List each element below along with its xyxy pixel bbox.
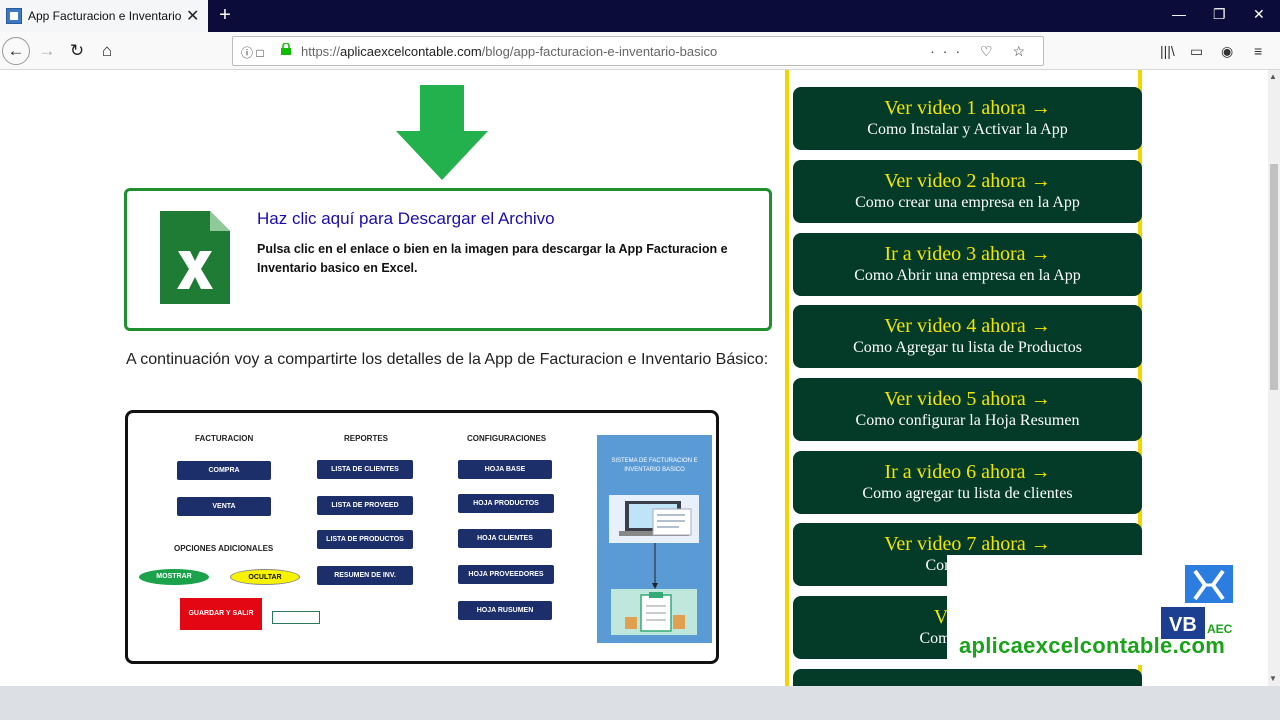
account-icon[interactable]: ◉ (1221, 43, 1233, 60)
video-4-subtitle: Como Agregar tu lista de Productos (853, 339, 1082, 356)
reporte-productos-button: LISTA DE PRODUCTOS (317, 530, 413, 549)
configuraciones-heading: CONFIGURACIONES (467, 434, 547, 443)
reporte-proveed-button: LISTA DE PROVEED (317, 496, 413, 515)
video-6-button[interactable]: Ir a video 6 ahora → Como agregar tu lis… (793, 451, 1142, 514)
forward-button[interactable]: → (34, 38, 60, 64)
video-6-subtitle: Como agregar tu lista de clientes (862, 485, 1073, 502)
tab-bar: App Facturacion e Inventario b ✕ + — ❐ ✕ (0, 0, 1280, 32)
video-4-title: Ver video 4 ahora → (884, 315, 1051, 337)
config-proveedores-button: HOJA PROVEEDORES (458, 565, 554, 584)
active-tab[interactable]: App Facturacion e Inventario b ✕ (0, 0, 208, 32)
watermark: AEC VB aplicaexcelcontable.com (947, 555, 1242, 665)
video-5-button[interactable]: Ver video 5 ahora → Como configurar la H… (793, 378, 1142, 441)
video-3-subtitle: Como Abrir una empresa en la App (854, 267, 1081, 284)
minimize-icon[interactable]: — (1172, 6, 1186, 22)
reportes-heading: REPORTES (344, 434, 389, 443)
facturacion-heading: FACTURACION (195, 434, 254, 443)
empty-box (272, 611, 320, 624)
url-prefix: https:// (301, 44, 341, 59)
video-2-button[interactable]: Ver video 2 ahora → Como crear una empre… (793, 160, 1142, 223)
system-panel: SISTEMA DE FACTURACION E INVENTARIO BASI… (597, 435, 712, 643)
excel-file-icon[interactable] (160, 211, 230, 304)
url-path: /blog/app-facturacion-e-inventario-basic… (481, 44, 718, 59)
new-tab-button[interactable]: + (214, 4, 236, 26)
compra-button: COMPRA (177, 461, 271, 480)
config-productos-button: HOJA PRODUCTOS (458, 494, 554, 513)
video-6-title: Ir a video 6 ahora → (884, 461, 1051, 483)
flow-arrow-icon (652, 543, 658, 589)
lock-icon (281, 43, 291, 55)
opciones-heading: OPCIONES ADICIONALES (174, 544, 274, 553)
config-base-button: HOJA BASE (458, 460, 552, 479)
watermark-text: aplicaexcelcontable.com (959, 633, 1226, 658)
reporte-clientes-button: LISTA DE CLIENTES (317, 460, 413, 479)
aec-logo: AEC VB (1161, 565, 1233, 639)
scroll-up-icon[interactable]: ▲ (1269, 72, 1277, 81)
video-7-title: Ver video 7 ahora → (884, 533, 1051, 555)
mostrar-button: MOSTRAR (139, 569, 209, 585)
video-3-title: Ir a video 3 ahora → (884, 243, 1051, 265)
app-diagram-image: FACTURACION REPORTES CONFIGURACIONES COM… (125, 410, 719, 664)
video-2-subtitle: Como crear una empresa en la App (855, 194, 1080, 211)
home-button[interactable]: ⌂ (94, 38, 120, 64)
video-9-button[interactable] (793, 669, 1142, 686)
scroll-down-icon[interactable]: ▼ (1269, 674, 1277, 683)
video-1-button[interactable]: Ver video 1 ahora → Como Instalar y Acti… (793, 87, 1142, 150)
ocultar-button: OCULTAR (230, 569, 300, 585)
reload-button[interactable]: ↻ (64, 38, 90, 64)
invoice-screen-icon (609, 495, 699, 543)
video-5-subtitle: Como configurar la Hoja Resumen (855, 412, 1080, 429)
inventory-clipboard-icon (611, 589, 697, 635)
url-domain: aplicaexcelcontable.com (340, 44, 482, 59)
venta-button: VENTA (177, 497, 271, 516)
guardar-button: GUARDAR Y SALIR (180, 598, 262, 630)
tab-title: App Facturacion e Inventario b (28, 9, 184, 23)
back-button[interactable]: ← (2, 37, 30, 65)
url-text[interactable]: https://aplicaexcelcontable.com/blog/app… (301, 44, 717, 59)
status-area (0, 686, 1280, 720)
scroll-thumb[interactable] (1270, 164, 1278, 390)
site-favicon-icon (6, 8, 22, 24)
download-description: Pulsa clic en el enlace o bien en la ima… (257, 242, 728, 275)
sidebar-icon[interactable]: ▭ (1190, 43, 1203, 60)
config-clientes-button: HOJA CLIENTES (458, 529, 552, 548)
page-actions-icon[interactable]: ··· ♡ ☆ (930, 43, 1033, 60)
restore-icon[interactable]: ❐ (1213, 6, 1226, 23)
vertical-scrollbar[interactable]: ▲ ▼ (1268, 70, 1280, 686)
video-1-title: Ver video 1 ahora → (884, 97, 1051, 119)
download-link[interactable]: Haz clic aquí para Descargar el Archivo (257, 209, 555, 229)
download-box[interactable]: Haz clic aquí para Descargar el Archivo … (124, 188, 772, 331)
navigation-bar: ← → ↻ ⌂ ⓘ □ https://aplicaexcelcontable.… (0, 32, 1280, 70)
library-icon[interactable]: |||\ (1160, 43, 1175, 59)
video-3-button[interactable]: Ir a video 3 ahora → Como Abrir una empr… (793, 233, 1142, 296)
url-bar[interactable]: ⓘ □ https://aplicaexcelcontable.com/blog… (232, 36, 1044, 66)
close-window-icon[interactable]: ✕ (1253, 6, 1265, 23)
video-1-subtitle: Como Instalar y Activar la App (867, 121, 1068, 138)
close-tab-icon[interactable]: ✕ (186, 6, 199, 26)
reporte-resumen-button: RESUMEN DE INV. (317, 566, 413, 585)
video-5-title: Ver video 5 ahora → (884, 388, 1051, 410)
info-icon[interactable]: ⓘ □ (241, 44, 264, 61)
video-4-button[interactable]: Ver video 4 ahora → Como Agregar tu list… (793, 305, 1142, 368)
config-resumen-button: HOJA RUSUMEN (458, 601, 552, 620)
menu-icon[interactable]: ≡ (1254, 43, 1262, 59)
down-arrow-icon (396, 85, 488, 180)
system-panel-title: SISTEMA DE FACTURACION E INVENTARIO BASI… (611, 458, 698, 473)
intro-paragraph: A continuación voy a compartirte los det… (126, 351, 769, 368)
video-2-title: Ver video 2 ahora → (884, 170, 1051, 192)
